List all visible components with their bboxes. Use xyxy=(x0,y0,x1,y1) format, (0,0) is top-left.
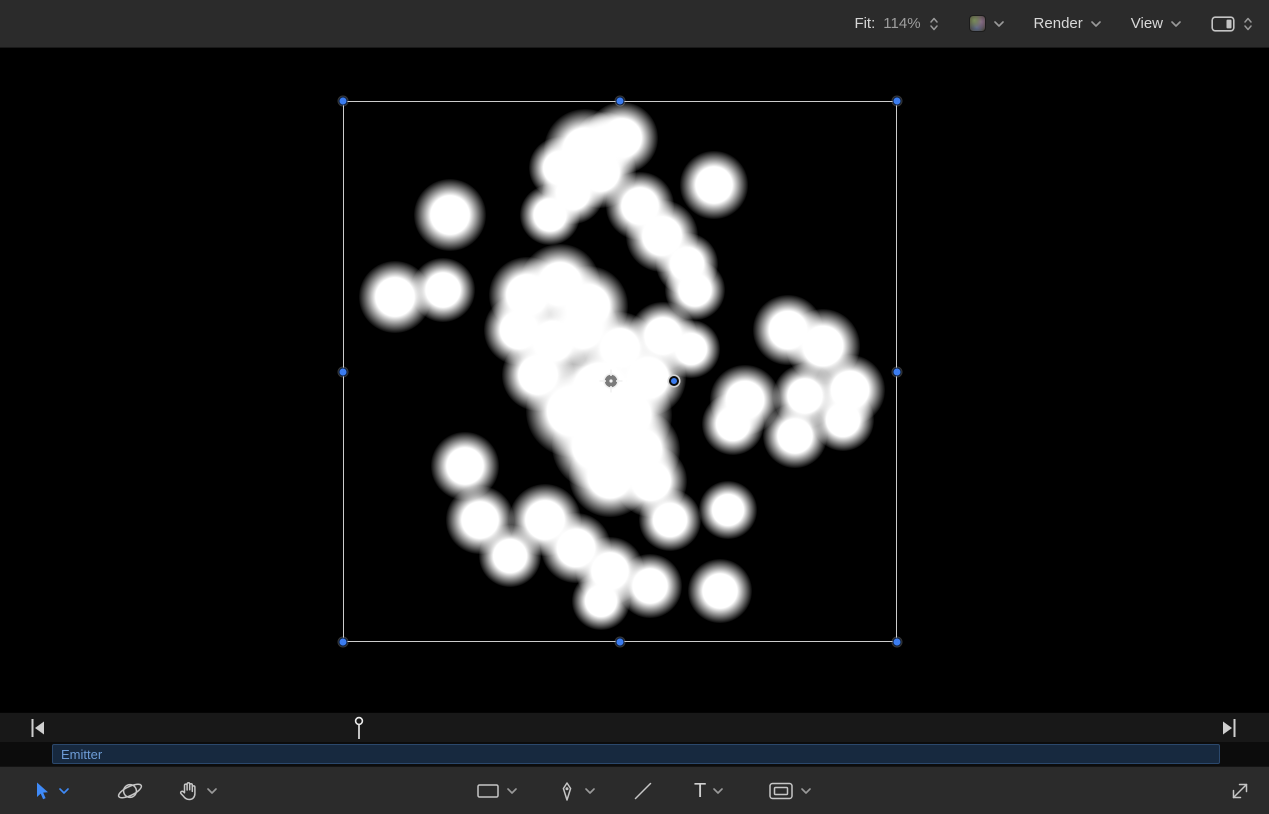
selection-layer xyxy=(0,48,1269,712)
chevron-down-icon xyxy=(1091,21,1101,27)
selection-handle[interactable] xyxy=(893,367,902,376)
out-point-marker[interactable] xyxy=(1221,717,1237,744)
chevron-down-icon xyxy=(994,21,1004,27)
pan-hand-tool[interactable] xyxy=(176,767,217,814)
emitter-track-bar[interactable]: Emitter xyxy=(52,744,1220,764)
playhead-icon xyxy=(352,716,366,741)
expand-view-button[interactable] xyxy=(1229,767,1251,814)
chevron-down-icon[interactable] xyxy=(801,788,811,794)
canvas-toolbar: Fit: 114% Render View xyxy=(0,0,1269,48)
selection-handle[interactable] xyxy=(893,638,902,647)
emitter-direction-handle[interactable] xyxy=(669,376,679,386)
select-tool[interactable] xyxy=(32,767,69,814)
rect-shape-tool[interactable] xyxy=(476,767,517,814)
render-menu[interactable]: Render xyxy=(1034,15,1101,32)
expand-icon xyxy=(1229,780,1251,802)
hand-icon xyxy=(176,779,200,803)
selection-handle[interactable] xyxy=(893,97,902,106)
line-tool[interactable] xyxy=(632,767,654,814)
stepper-icon[interactable] xyxy=(929,16,939,32)
select-arrow-icon xyxy=(32,781,52,801)
view-menu-label: View xyxy=(1131,15,1163,32)
view-menu[interactable]: View xyxy=(1131,15,1181,32)
line-icon xyxy=(632,780,654,802)
chevron-down-icon[interactable] xyxy=(207,788,217,794)
direction-line-2 xyxy=(623,384,666,385)
emitter-track-label: Emitter xyxy=(61,747,102,762)
color-channel-menu[interactable] xyxy=(969,15,1004,32)
display-options-menu[interactable] xyxy=(1211,16,1253,32)
out-point-icon xyxy=(1221,717,1237,739)
orbit-3d-tool[interactable] xyxy=(116,767,144,814)
mini-timeline[interactable] xyxy=(0,712,1269,742)
mask-tool[interactable] xyxy=(768,767,811,814)
orbit-icon xyxy=(116,778,144,804)
text-icon: T xyxy=(694,781,706,801)
render-menu-label: Render xyxy=(1034,15,1083,32)
crosshair-icon xyxy=(598,368,624,394)
display-icon xyxy=(1211,16,1235,32)
motion-canvas-window: Fit: 114% Render View xyxy=(0,0,1269,814)
bezier-tool[interactable] xyxy=(556,767,595,814)
zoom-fit-label: Fit: xyxy=(854,15,875,32)
direction-line-1 xyxy=(623,378,666,379)
timeline-track-area: Emitter xyxy=(0,742,1269,766)
color-channel-icon xyxy=(969,15,986,32)
selection-handle[interactable] xyxy=(339,97,348,106)
chevron-down-icon[interactable] xyxy=(507,788,517,794)
stepper-icon[interactable] xyxy=(1243,16,1253,32)
chevron-down-icon[interactable] xyxy=(713,788,723,794)
in-point-marker[interactable] xyxy=(30,717,46,744)
selection-handle[interactable] xyxy=(339,638,348,647)
emitter-center-target[interactable] xyxy=(598,368,624,394)
chevron-down-icon[interactable] xyxy=(585,788,595,794)
zoom-value: 114% xyxy=(883,15,920,32)
playhead[interactable] xyxy=(352,716,366,741)
selection-handle[interactable] xyxy=(339,367,348,376)
chevron-down-icon xyxy=(1171,21,1181,27)
tools-toolbar: T xyxy=(0,766,1269,814)
chevron-down-icon[interactable] xyxy=(59,788,69,794)
in-point-icon xyxy=(30,717,46,739)
mask-icon xyxy=(768,781,794,801)
selection-handle[interactable] xyxy=(616,97,625,106)
bezier-icon xyxy=(556,779,578,803)
rect-shape-icon xyxy=(476,782,500,800)
canvas-viewport[interactable] xyxy=(0,48,1269,712)
zoom-control[interactable]: Fit: 114% xyxy=(854,15,938,32)
text-tool[interactable]: T xyxy=(694,767,723,814)
selection-handle[interactable] xyxy=(616,638,625,647)
